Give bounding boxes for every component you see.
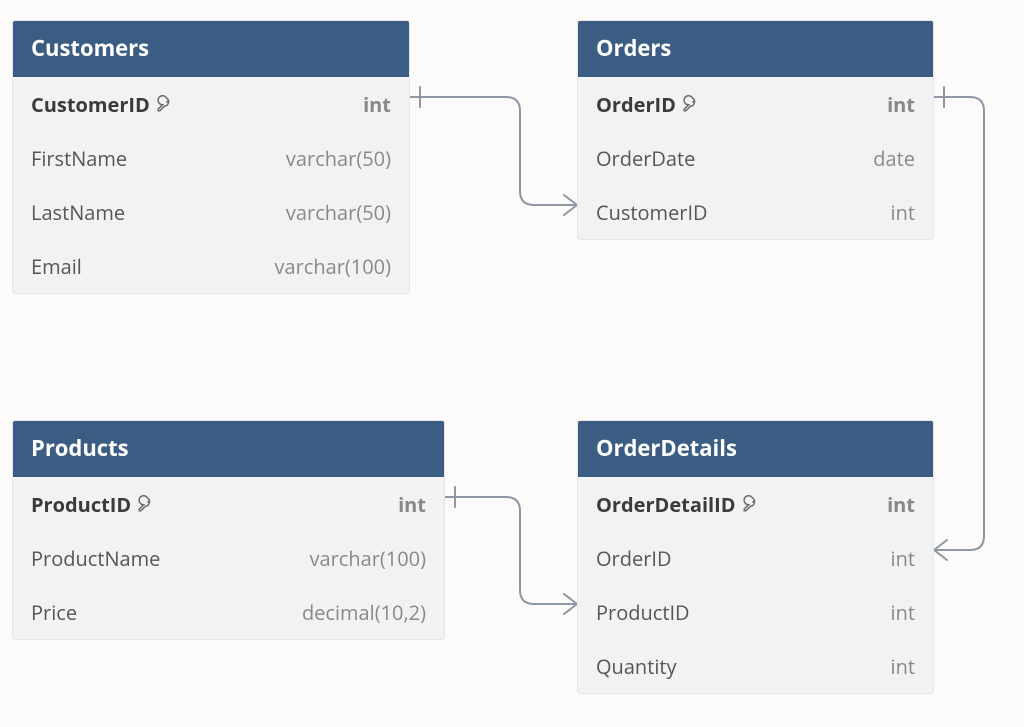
column-type: int [887, 491, 915, 518]
column-type: int [398, 491, 426, 518]
column-name: ProductID [31, 491, 131, 518]
column-type: varchar(50) [286, 199, 391, 226]
table-customers-col-email: Email varchar(100) [13, 239, 409, 293]
column-name: Price [31, 599, 77, 626]
column-name: OrderID [596, 545, 671, 572]
table-orderdetails-col-orderid: OrderID int [578, 531, 933, 585]
key-icon [742, 492, 760, 519]
table-orders-col-orderdate: OrderDate date [578, 131, 933, 185]
column-type: varchar(100) [309, 545, 426, 572]
table-customers-col-firstname: FirstName varchar(50) [13, 131, 409, 185]
table-orderdetails-col-quantity: Quantity int [578, 639, 933, 693]
table-customers-header: Customers [13, 21, 409, 77]
table-customers: Customers CustomerID int FirstName varch… [12, 20, 410, 294]
table-products-col-productid: ProductID int [13, 477, 444, 531]
rel-products-orderdetails [445, 487, 577, 614]
column-name: OrderDate [596, 145, 695, 172]
key-icon [682, 92, 700, 119]
table-customers-col-lastname: LastName varchar(50) [13, 185, 409, 239]
column-type: int [891, 653, 915, 680]
column-name: Quantity [596, 653, 677, 680]
table-orderdetails-col-orderdetailid: OrderDetailID int [578, 477, 933, 531]
column-name: ProductName [31, 545, 160, 572]
key-icon [137, 492, 155, 519]
column-type: int [891, 599, 915, 626]
table-orderdetails: OrderDetails OrderDetailID int OrderID i… [577, 420, 934, 694]
table-products: Products ProductID int ProductName varch… [12, 420, 445, 640]
table-orderdetails-header: OrderDetails [578, 421, 933, 477]
key-icon [156, 92, 174, 119]
column-type: decimal(10,2) [302, 599, 426, 626]
column-type: varchar(100) [274, 253, 391, 280]
column-type: int [891, 545, 915, 572]
table-products-col-price: Price decimal(10,2) [13, 585, 444, 639]
column-type: int [363, 91, 391, 118]
column-name: OrderDetailID [596, 491, 736, 518]
column-name: FirstName [31, 145, 127, 172]
table-products-col-productname: ProductName varchar(100) [13, 531, 444, 585]
table-orders-col-orderid: OrderID int [578, 77, 933, 131]
rel-customers-orders [410, 87, 577, 215]
table-orders-col-customerid: CustomerID int [578, 185, 933, 239]
table-customers-col-customerid: CustomerID int [13, 77, 409, 131]
column-type: date [873, 145, 915, 172]
table-orderdetails-col-productid: ProductID int [578, 585, 933, 639]
table-orders-header: Orders [578, 21, 933, 77]
column-name: CustomerID [596, 199, 708, 226]
rel-orders-orderdetails [934, 87, 984, 560]
column-type: int [891, 199, 915, 226]
column-name: LastName [31, 199, 125, 226]
table-products-header: Products [13, 421, 444, 477]
table-orders: Orders OrderID int OrderDate date Custom… [577, 20, 934, 240]
column-type: varchar(50) [286, 145, 391, 172]
column-name: OrderID [596, 91, 676, 118]
column-name: Email [31, 253, 82, 280]
column-type: int [887, 91, 915, 118]
column-name: CustomerID [31, 91, 150, 118]
column-name: ProductID [596, 599, 690, 626]
